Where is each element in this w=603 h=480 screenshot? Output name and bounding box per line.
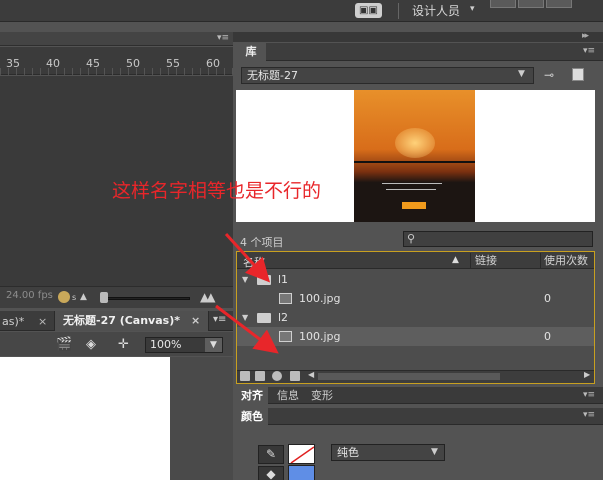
color-type-value: 纯色 — [337, 446, 359, 459]
preview-horizon — [354, 161, 475, 163]
library-search-input[interactable] — [403, 231, 593, 247]
zoom-out-icon[interactable]: ▲ — [80, 292, 87, 302]
item-use-count: 0 — [544, 292, 551, 305]
tab-document-active[interactable]: 无标题-27 (Canvas)* — [54, 311, 209, 331]
panel-menu-icon[interactable]: ▾≡ — [583, 410, 595, 420]
close-icon[interactable]: × — [191, 311, 200, 331]
divider — [398, 3, 399, 19]
zoom-value[interactable]: 100% — [150, 338, 181, 352]
list-item[interactable]: ▼ l2 — [237, 308, 594, 327]
item-name: 100.jpg — [299, 330, 341, 343]
maximize-button[interactable] — [518, 0, 544, 8]
tab-transform[interactable]: 变形 — [306, 387, 338, 404]
preview-text-line — [382, 183, 442, 184]
workspace-label[interactable]: 设计人员 — [412, 3, 460, 19]
annotation-text: 这样名字相等也是不行的 — [112, 180, 322, 202]
panel-menu-icon[interactable]: ▾≡ — [217, 33, 229, 43]
tab-color[interactable]: 颜色 — [236, 408, 268, 425]
timeline-header — [0, 32, 233, 46]
playback-icon[interactable] — [58, 291, 70, 303]
tab-library[interactable]: 库 — [236, 43, 266, 61]
stage-canvas[interactable] — [0, 357, 170, 480]
stroke-color-icon[interactable]: ✎ — [258, 445, 284, 464]
workspace-dropdown-icon[interactable]: ▾ — [470, 4, 475, 14]
new-library-panel-icon[interactable] — [572, 68, 584, 81]
image-icon — [279, 293, 292, 304]
new-folder-icon[interactable] — [255, 371, 265, 381]
sort-ascending-icon[interactable]: ▲ — [452, 255, 459, 265]
clapper-icon[interactable]: 🎬 — [56, 337, 72, 352]
library-tab-bar — [236, 43, 603, 61]
folder-icon — [257, 313, 271, 323]
minimize-button[interactable] — [490, 0, 516, 8]
item-name: 100.jpg — [299, 292, 341, 305]
properties-icon[interactable] — [272, 371, 282, 381]
chevron-down-icon[interactable]: ▼ — [205, 338, 222, 352]
item-count: 4 个项目 — [240, 236, 284, 249]
tab-align[interactable]: 对齐 — [236, 387, 268, 404]
preview-button — [402, 202, 426, 209]
list-item[interactable]: 100.jpg 0 — [237, 327, 594, 346]
seconds-readout: s — [72, 293, 77, 302]
tab-info[interactable]: 信息 — [272, 387, 304, 404]
delete-icon[interactable] — [290, 371, 300, 381]
color-tab-bar — [236, 408, 603, 425]
expand-triangle-icon[interactable]: ▼ — [242, 313, 248, 322]
horizontal-scrollbar[interactable] — [318, 373, 500, 380]
panel-dock-strip — [233, 32, 603, 42]
chevron-down-icon[interactable]: ▼ — [431, 447, 438, 457]
workspace-switch-icon[interactable]: ▣▣ — [355, 3, 382, 18]
preview-sun — [395, 128, 435, 158]
stroke-color-swatch[interactable] — [288, 444, 315, 464]
scroll-left-icon[interactable]: ◀ — [308, 370, 314, 379]
snap-icon[interactable]: ✛ — [118, 337, 129, 352]
scroll-right-icon[interactable]: ▶ — [584, 370, 590, 379]
close-icon[interactable]: × — [38, 312, 47, 331]
chevron-down-icon[interactable]: ▼ — [518, 69, 525, 79]
fill-color-icon[interactable]: ◆ — [258, 466, 284, 480]
pin-icon[interactable]: ⊸ — [544, 68, 554, 82]
zoom-in-icon[interactable]: ▲▲ — [200, 290, 216, 304]
item-name: l1 — [278, 273, 289, 286]
transform-icon[interactable]: ◈ — [86, 337, 96, 352]
no-color-icon — [290, 446, 314, 463]
preview-text-line — [386, 189, 436, 190]
ruler-marks — [0, 68, 233, 75]
fill-color-swatch[interactable] — [288, 465, 315, 480]
item-use-count: 0 — [544, 330, 551, 343]
column-header-use-count[interactable]: 使用次数 — [540, 253, 594, 269]
folder-icon — [257, 275, 271, 285]
expand-triangle-icon[interactable]: ▼ — [242, 275, 248, 284]
new-symbol-icon[interactable] — [240, 371, 250, 381]
image-icon — [279, 331, 292, 342]
library-document-name: 无标题-27 — [247, 69, 298, 82]
column-header-name[interactable]: 名称 — [243, 254, 265, 270]
close-window-button[interactable] — [546, 0, 572, 8]
collapse-panel-icon[interactable]: ▸▸ — [582, 31, 589, 41]
panel-menu-icon[interactable]: ▾≡ — [213, 314, 226, 325]
list-item[interactable]: ▼ l1 — [237, 270, 594, 289]
list-item[interactable]: 100.jpg 0 — [237, 289, 594, 308]
column-header-linkage[interactable]: 链接 — [470, 253, 540, 269]
panel-menu-icon[interactable]: ▾≡ — [583, 390, 595, 400]
fps-readout[interactable]: 24.00 fps — [6, 290, 53, 301]
item-name: l2 — [278, 311, 289, 324]
timeline-zoom-slider[interactable] — [104, 297, 190, 300]
panel-menu-icon[interactable]: ▾≡ — [583, 46, 595, 56]
slider-handle[interactable] — [100, 292, 108, 303]
search-icon[interactable]: ⚲ — [407, 232, 415, 245]
